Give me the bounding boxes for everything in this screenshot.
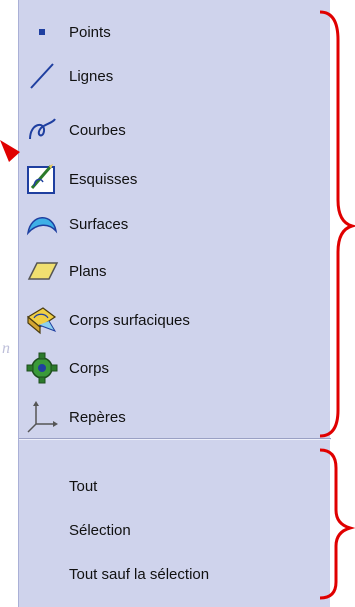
menu-item-label: Corps surfaciques	[69, 311, 190, 329]
menu-item-label: Points	[69, 23, 111, 41]
annotation-arrow	[0, 140, 20, 162]
watermark-text: n	[2, 340, 10, 357]
brace-top	[319, 10, 355, 438]
menu-item-label: Tout sauf la sélection	[69, 565, 210, 583]
axis-system-icon	[22, 396, 62, 438]
sketch-icon	[22, 158, 62, 200]
menu-item-tout-sauf-selection[interactable]: Tout sauf la sélection	[19, 553, 331, 595]
curve-icon	[22, 109, 62, 151]
menu-item-label: Repères	[69, 408, 126, 426]
body-icon	[22, 347, 62, 389]
menu-item-label: Sélection	[69, 521, 131, 539]
menu-item-selection[interactable]: Sélection	[19, 509, 331, 551]
menu-item-corps-surfaciques[interactable]: Corps surfaciques	[19, 299, 331, 341]
surfacic-body-icon	[22, 299, 62, 341]
point-icon	[22, 11, 62, 53]
menu-item-reperes[interactable]: Repères	[19, 396, 331, 438]
line-icon	[22, 55, 62, 97]
menu-item-corps[interactable]: Corps	[19, 347, 331, 389]
plane-icon	[22, 250, 62, 292]
menu-item-points[interactable]: Points	[19, 11, 331, 53]
annotation-braces	[319, 10, 355, 600]
context-menu: Points Lignes Courbes Esquisses Surfaces…	[18, 0, 331, 607]
surface-icon	[22, 203, 62, 245]
menu-item-label: Corps	[69, 359, 110, 377]
menu-separator	[19, 438, 331, 440]
menu-item-esquisses[interactable]: Esquisses	[19, 158, 331, 200]
menu-item-label: Courbes	[69, 121, 126, 139]
menu-item-courbes[interactable]: Courbes	[19, 109, 331, 151]
menu-item-surfaces[interactable]: Surfaces	[19, 203, 331, 245]
menu-item-label: Lignes	[69, 67, 114, 85]
menu-item-tout[interactable]: Tout	[19, 465, 331, 507]
menu-item-label: Tout	[69, 477, 98, 495]
brace-bottom	[319, 448, 355, 600]
menu-item-label: Esquisses	[69, 170, 138, 188]
menu-item-label: Surfaces	[69, 215, 129, 233]
menu-item-plans[interactable]: Plans	[19, 250, 331, 292]
menu-item-lignes[interactable]: Lignes	[19, 55, 331, 97]
menu-item-label: Plans	[69, 262, 107, 280]
